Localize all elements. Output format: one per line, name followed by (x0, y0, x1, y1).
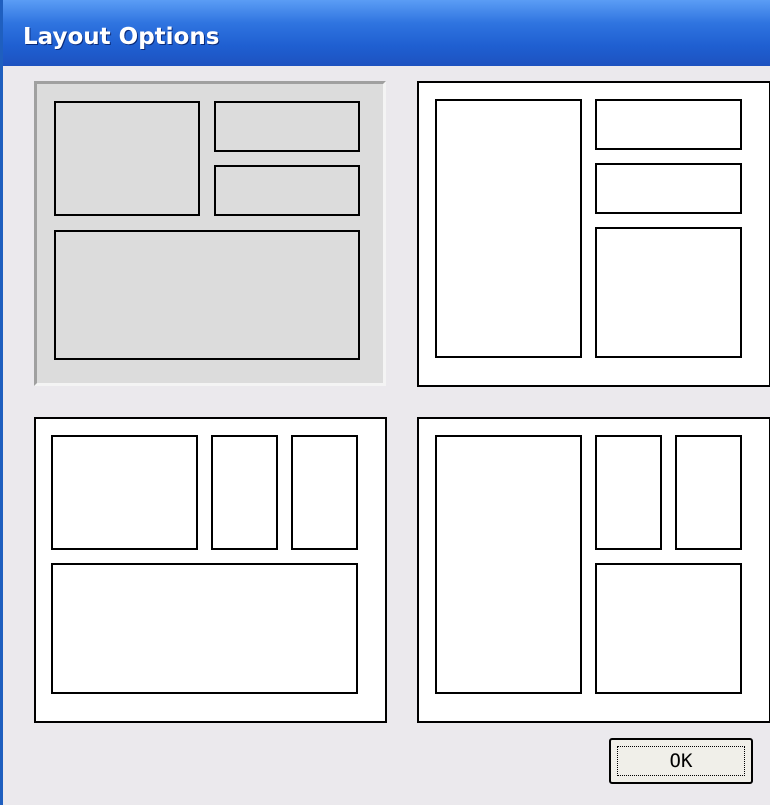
layout-option-4[interactable] (417, 417, 770, 723)
layout-option-4-pane-left-tall (435, 435, 582, 694)
layout-option-1[interactable] (34, 81, 386, 386)
layout-option-4-pane-top-right (675, 435, 742, 550)
ok-button[interactable]: OK (609, 738, 753, 784)
layout-option-1-pane-top-right (214, 101, 360, 152)
layout-option-3-pane-top-left (51, 435, 198, 550)
title-bar[interactable]: Layout Options (3, 0, 770, 66)
layout-option-2-pane-left-tall (435, 99, 582, 358)
dialog-title: Layout Options (23, 24, 220, 50)
layout-option-2-pane-bottom-right (595, 227, 742, 358)
layout-option-3-pane-bottom (51, 563, 358, 694)
layout-option-3[interactable] (34, 417, 387, 723)
layout-option-4-pane-top-middle (595, 435, 662, 550)
layout-option-1-pane-middle-right (214, 165, 360, 216)
layout-option-2-pane-middle-right (595, 163, 742, 214)
layout-option-3-pane-top-right (291, 435, 358, 550)
layout-options-dialog: Layout Options OK (0, 0, 770, 805)
layout-option-2-pane-top-right (595, 99, 742, 150)
layout-option-1-pane-large-top-left (54, 101, 200, 216)
layout-option-3-pane-top-middle (211, 435, 278, 550)
layout-option-1-pane-bottom (54, 230, 360, 360)
layout-option-4-pane-bottom-right (595, 563, 742, 694)
layout-option-2[interactable] (417, 81, 770, 387)
ok-button-label: OK (669, 750, 693, 772)
